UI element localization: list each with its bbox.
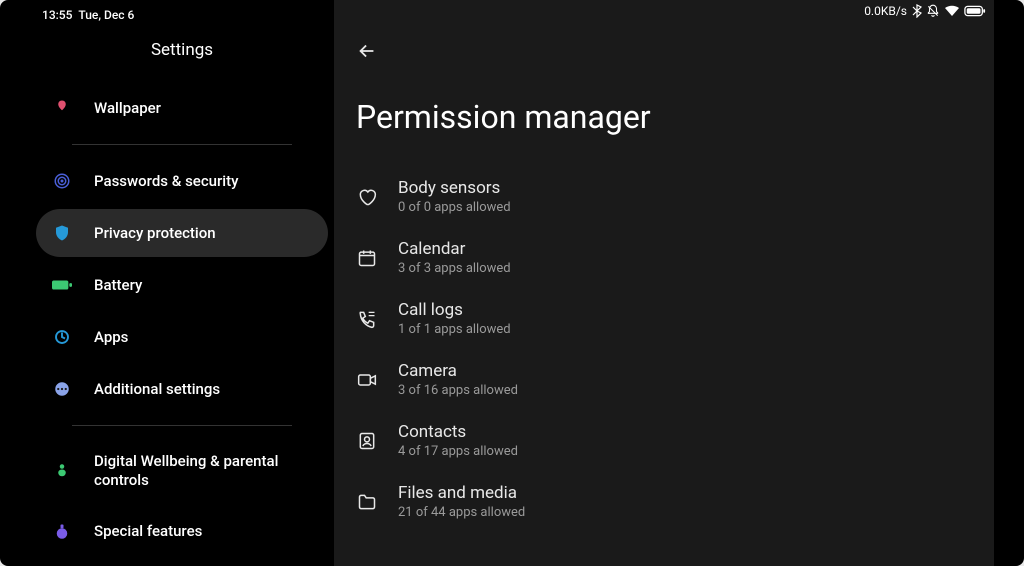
permission-sub: 1 of 1 apps allowed xyxy=(398,322,511,337)
permission-title: Calendar xyxy=(398,239,511,259)
dnd-icon xyxy=(926,4,940,18)
permission-title: Contacts xyxy=(398,422,518,442)
special-icon xyxy=(52,522,72,542)
sidebar-item-label: Passwords & security xyxy=(94,172,238,191)
fingerprint-icon xyxy=(52,171,72,191)
sidebar-title: Settings xyxy=(30,32,334,82)
permission-list: Body sensors 0 of 0 apps allowed Calenda… xyxy=(334,166,994,532)
heart-icon xyxy=(356,186,378,208)
wifi-icon xyxy=(944,5,960,17)
sidebar-item-wellbeing[interactable]: Digital Wellbeing & parental controls xyxy=(36,438,328,504)
sidebar-item-label: Additional settings xyxy=(94,380,220,399)
sidebar-item-label: Privacy protection xyxy=(94,224,216,243)
contacts-icon xyxy=(356,430,378,452)
arrow-left-icon xyxy=(356,40,378,62)
divider xyxy=(72,144,292,145)
statusbar-right: 0.0KB/s xyxy=(864,4,986,18)
phone-list-icon xyxy=(356,308,378,330)
sidebar-item-label: Battery xyxy=(94,276,142,295)
divider xyxy=(72,425,292,426)
more-icon xyxy=(52,379,72,399)
wellbeing-icon xyxy=(52,461,72,481)
shield-icon xyxy=(52,223,72,243)
camera-icon xyxy=(356,369,378,391)
network-speed: 0.0KB/s xyxy=(864,4,907,18)
sidebar-item-special[interactable]: Special features xyxy=(36,508,328,556)
wallpaper-icon xyxy=(52,98,72,118)
permission-sub: 4 of 17 apps allowed xyxy=(398,444,518,459)
permission-calendar[interactable]: Calendar 3 of 3 apps allowed xyxy=(356,227,994,288)
back-button[interactable] xyxy=(334,28,378,80)
main-panel: Permission manager Body sensors 0 of 0 a… xyxy=(334,0,994,566)
permission-sub: 21 of 44 apps allowed xyxy=(398,505,525,520)
battery-icon xyxy=(964,5,986,17)
battery-nav-icon xyxy=(52,275,72,295)
page-title: Permission manager xyxy=(334,80,994,166)
status-icons xyxy=(912,4,986,18)
sidebar-item-label: Special features xyxy=(94,522,202,541)
bluetooth-icon xyxy=(912,4,922,18)
folder-icon xyxy=(356,491,378,513)
sidebar-item-additional[interactable]: Additional settings xyxy=(36,365,328,413)
status-time: 13:55 xyxy=(42,8,72,22)
permission-title: Call logs xyxy=(398,300,511,320)
sidebar-item-passwords[interactable]: Passwords & security xyxy=(36,157,328,205)
permission-sub: 3 of 16 apps allowed xyxy=(398,383,518,398)
sidebar-item-battery[interactable]: Battery xyxy=(36,261,328,309)
permission-call-logs[interactable]: Call logs 1 of 1 apps allowed xyxy=(356,288,994,349)
permission-title: Files and media xyxy=(398,483,525,503)
apps-icon xyxy=(52,327,72,347)
permission-sub: 0 of 0 apps allowed xyxy=(398,200,511,215)
sidebar-item-wallpaper[interactable]: Wallpaper xyxy=(36,84,328,132)
permission-title: Body sensors xyxy=(398,178,511,198)
permission-body-sensors[interactable]: Body sensors 0 of 0 apps allowed xyxy=(356,166,994,227)
sidebar-item-apps[interactable]: Apps xyxy=(36,313,328,361)
nav-list: Wallpaper Passwords & security Privacy p… xyxy=(30,82,334,558)
sidebar: 13:55 Tue, Dec 6 Settings Wallpaper Pass… xyxy=(30,0,334,566)
permission-files[interactable]: Files and media 21 of 44 apps allowed xyxy=(356,471,994,532)
sidebar-item-label: Digital Wellbeing & parental controls xyxy=(94,452,316,490)
calendar-icon xyxy=(356,247,378,269)
sidebar-item-label: Apps xyxy=(94,328,128,347)
sidebar-item-privacy[interactable]: Privacy protection xyxy=(36,209,328,257)
status-date: Tue, Dec 6 xyxy=(78,8,134,22)
permission-camera[interactable]: Camera 3 of 16 apps allowed xyxy=(356,349,994,410)
statusbar-left: 13:55 Tue, Dec 6 xyxy=(30,4,334,32)
sidebar-item-label: Wallpaper xyxy=(94,99,161,118)
permission-contacts[interactable]: Contacts 4 of 17 apps allowed xyxy=(356,410,994,471)
permission-title: Camera xyxy=(398,361,518,381)
permission-sub: 3 of 3 apps allowed xyxy=(398,261,511,276)
